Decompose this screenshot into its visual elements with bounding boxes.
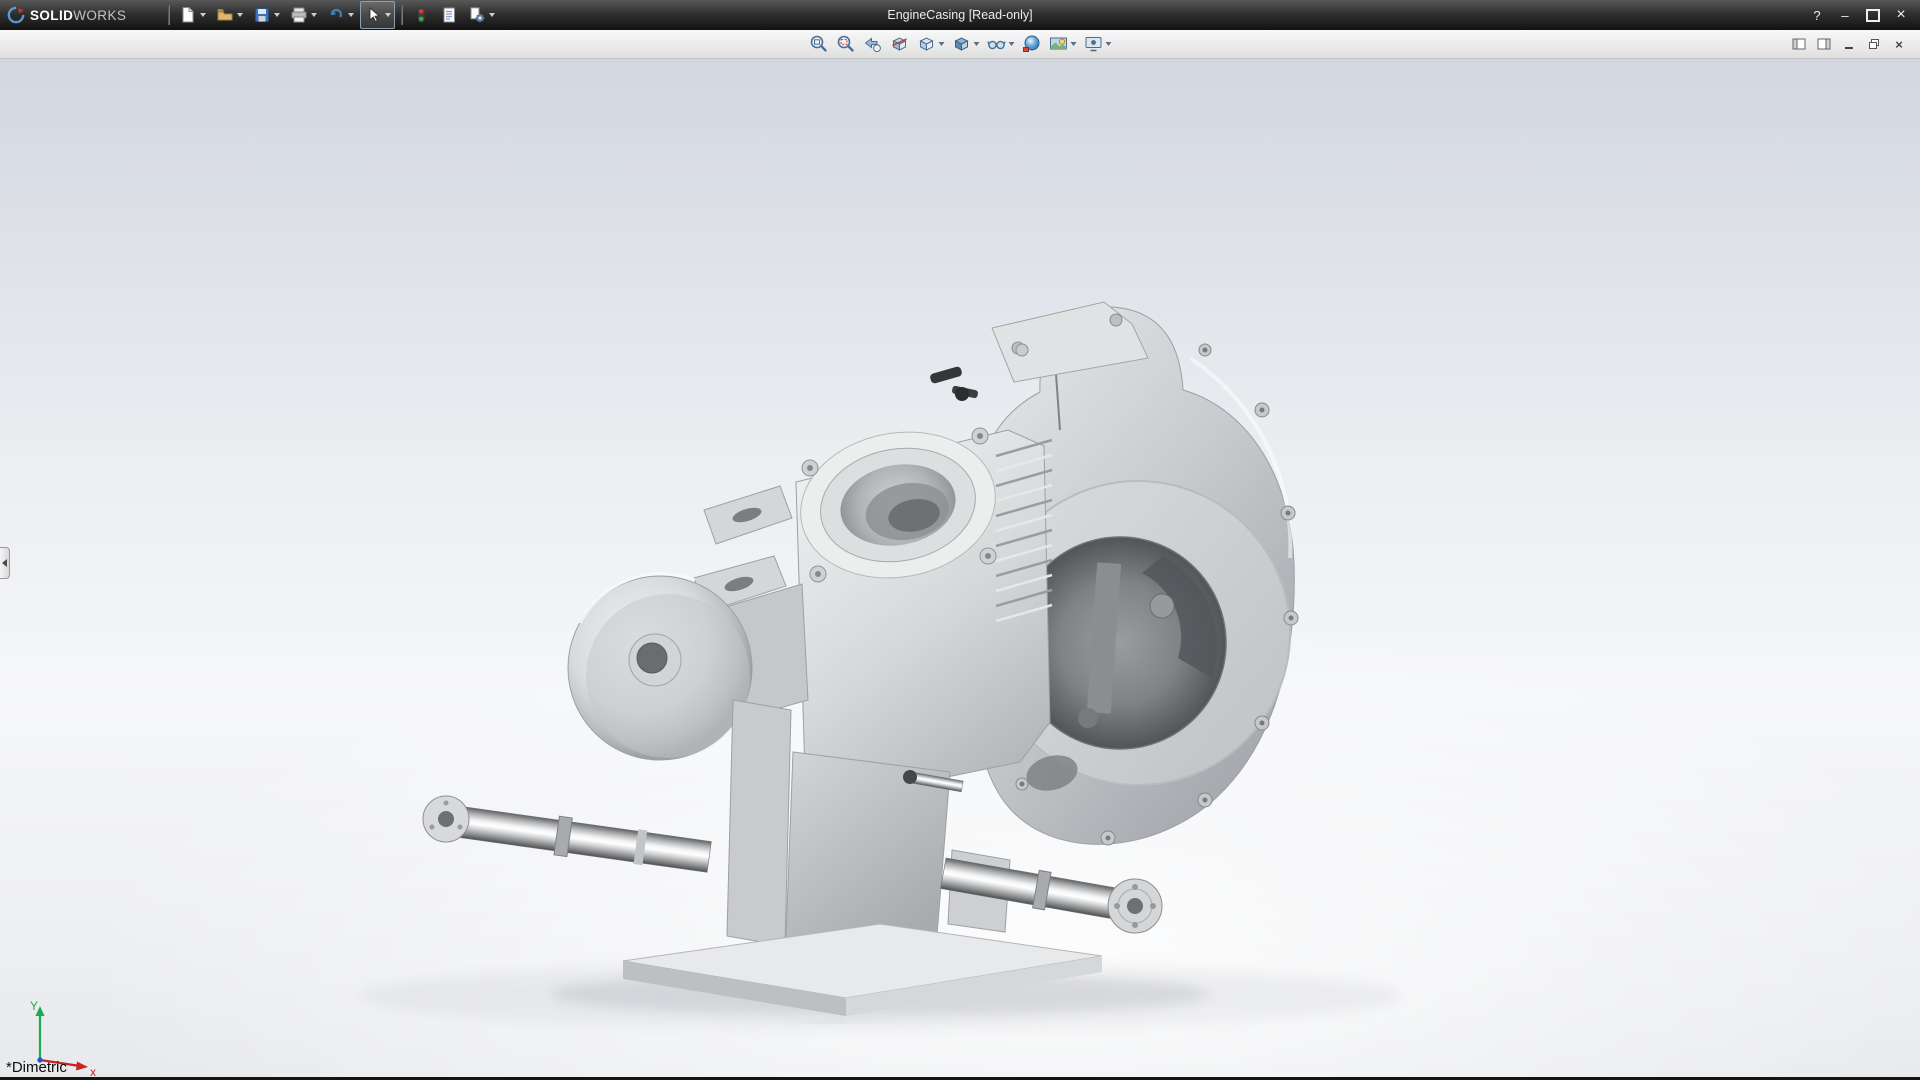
zoom-to-fit-button[interactable] [807,32,831,56]
view-orientation-cube-icon [917,34,937,54]
open-folder-icon [216,6,234,24]
dropdown-caret-icon [939,42,945,46]
dropdown-caret-icon [1071,42,1077,46]
view-orientation-button[interactable] [915,32,947,56]
new-document-icon [179,6,197,24]
document-restore-icon [1867,37,1881,51]
apply-scene-button[interactable] [1047,32,1079,56]
dropdown-caret-icon [348,13,354,17]
collapse-arrow-icon [2,559,7,567]
dropdown-caret-icon [1106,42,1112,46]
document-title: EngineCasing [Read-only] [887,8,1032,22]
file-properties-icon [440,6,458,24]
triad-x-arrow-icon [76,1062,88,1071]
featuremanager-collapsed-tab[interactable] [0,547,10,579]
display-style-button[interactable] [950,32,982,56]
section-view-icon [890,34,910,54]
previous-view-icon [863,34,883,54]
print-button[interactable] [286,1,321,29]
apply-scene-icon [1049,34,1069,54]
view-settings-icon [1084,34,1104,54]
zoom-to-area-icon [836,34,856,54]
titlebar: SOLIDWORKS [0,0,1920,30]
brand-name-light: WORKS [73,8,126,23]
toolbar-separator [401,5,402,25]
dropdown-caret-icon [489,13,495,17]
new-document-button[interactable] [175,1,210,29]
document-window-controls: × [1790,30,1908,58]
standard-toolbar [164,0,499,30]
options-gear-icon [468,6,486,24]
close-button[interactable]: × [1890,6,1912,25]
document-minimize-button[interactable] [1840,35,1858,53]
solidworks-window: SOLIDWORKS [0,0,1920,1080]
undo-button[interactable] [323,1,358,29]
maximize-icon [1866,9,1880,22]
expand-pane-button[interactable] [1815,35,1833,53]
3d-scene[interactable]: Y x [0,58,1920,1080]
rebuild-button[interactable] [408,1,434,29]
document-minimize-icon [1842,37,1856,51]
zoom-to-fit-icon [809,34,829,54]
collapse-pane-icon [1792,37,1806,51]
open-button[interactable] [212,1,247,29]
left-shaft [439,800,712,876]
headsup-view-toolbar: × [0,30,1920,59]
dropdown-caret-icon [274,13,280,17]
section-view-button[interactable] [888,32,912,56]
expand-pane-icon [1817,37,1831,51]
dropdown-caret-icon [974,42,980,46]
minimize-button[interactable]: – [1834,6,1856,25]
triad-y-label: Y [30,999,38,1013]
collapse-pane-button[interactable] [1790,35,1808,53]
options-button[interactable] [464,1,499,29]
headsup-icon-group [807,30,1114,58]
dropdown-caret-icon [1009,42,1015,46]
hide-show-items-button[interactable] [985,32,1017,56]
brand-name-bold: SOLID [30,8,73,23]
dropdown-caret-icon [385,13,391,17]
brand-name: SOLIDWORKS [30,8,126,23]
edit-appearance-ball-icon [1022,34,1042,54]
zoom-to-area-button[interactable] [834,32,858,56]
print-icon [290,6,308,24]
select-tool-button[interactable] [360,1,395,29]
save-floppy-icon [253,6,271,24]
edit-appearance-button[interactable] [1020,32,1044,56]
view-settings-button[interactable] [1082,32,1114,56]
model-reflection [423,1016,1298,1080]
document-restore-button[interactable] [1865,35,1883,53]
display-style-cube-icon [952,34,972,54]
document-close-button[interactable]: × [1890,35,1908,53]
save-button[interactable] [249,1,284,29]
undo-arrow-icon [327,6,345,24]
ds-logo-icon [7,6,25,24]
rebuild-stoplight-icon [412,6,430,24]
file-properties-button[interactable] [436,1,462,29]
hide-show-glasses-icon [987,34,1007,54]
solidworks-logo: SOLIDWORKS [0,0,138,30]
engine-casing-model[interactable] [423,302,1298,1016]
previous-view-button[interactable] [861,32,885,56]
dropdown-caret-icon [200,13,206,17]
select-cursor-icon [364,6,382,24]
maximize-button[interactable] [1862,6,1884,25]
graphics-viewport[interactable]: Y x *Dimetric [0,58,1920,1080]
flywheel-disc [568,574,752,760]
toolbar-separator [168,5,169,25]
window-controls: ? – × [1806,6,1920,25]
dropdown-caret-icon [311,13,317,17]
dropdown-caret-icon [237,13,243,17]
orientation-label: *Dimetric [6,1059,67,1076]
help-button[interactable]: ? [1806,6,1828,25]
